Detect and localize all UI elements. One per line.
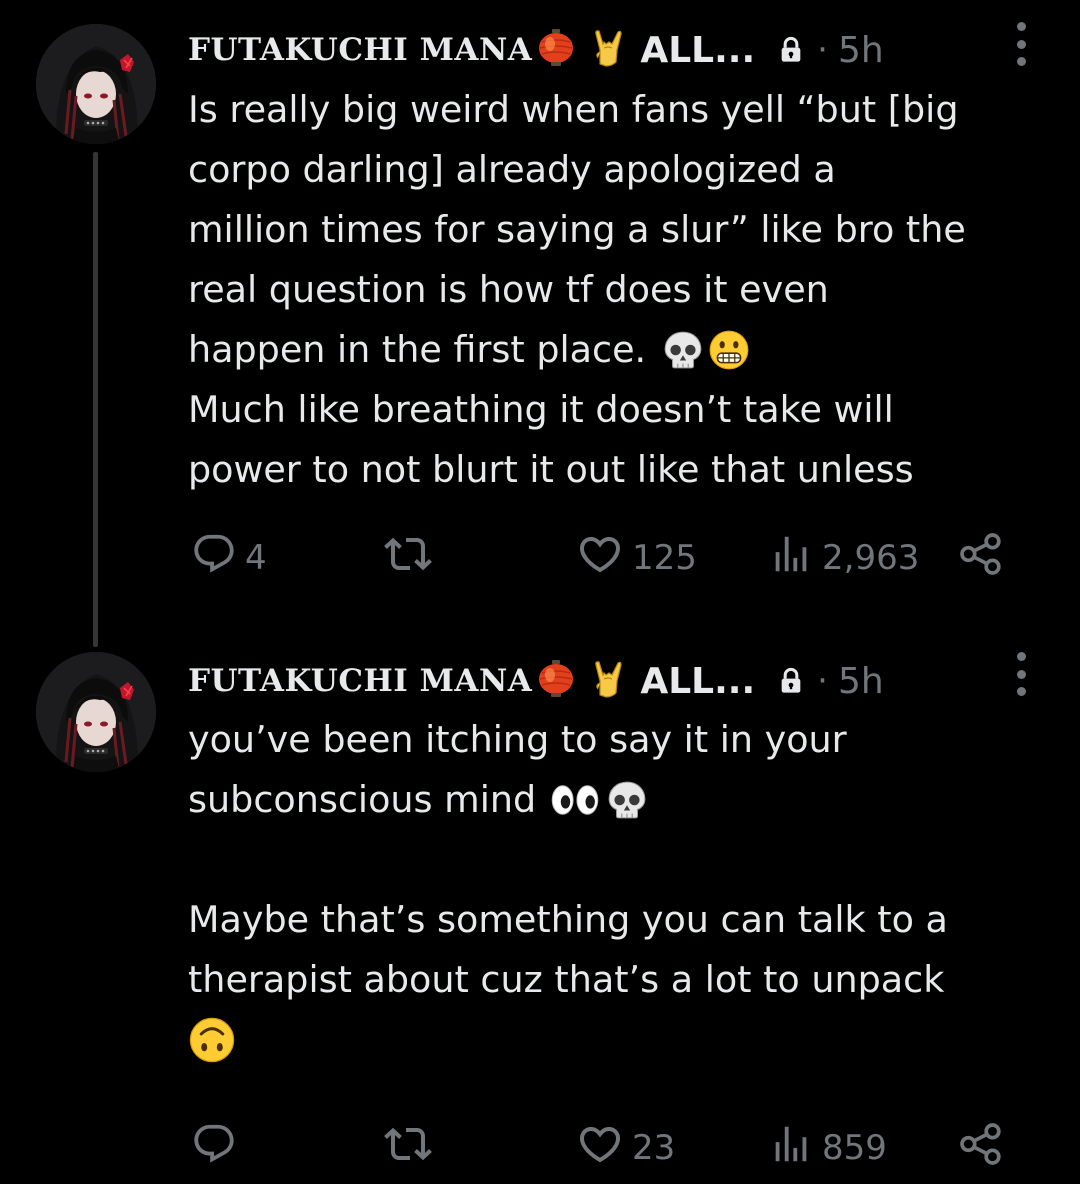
tweet-text-line: subconscious mind (188, 770, 1058, 830)
reply-icon (191, 531, 237, 586)
share-button[interactable] (958, 528, 1004, 588)
tweet-header: FUTAKUCHI MANA ALL... · 5h (188, 20, 988, 80)
more-dot (1016, 669, 1026, 679)
avatar[interactable] (36, 652, 156, 772)
reply-button[interactable] (191, 1118, 245, 1178)
views-button[interactable]: 859 (768, 1118, 887, 1178)
like-count: 23 (632, 1128, 676, 1168)
like-icon (576, 530, 624, 587)
tweet-header: FUTAKUCHI MANA ALL... · 5h (188, 651, 988, 711)
skull-emoji-icon (606, 779, 648, 821)
tweet-text-line: happen in the first place. (188, 320, 1058, 380)
eyes-emoji-icon (550, 781, 600, 819)
like-icon (576, 1120, 624, 1177)
views-button[interactable]: 2,963 (768, 528, 919, 588)
like-button[interactable]: 23 (576, 1118, 675, 1178)
tweet-text-line: Maybe that’s something you can talk to a (188, 898, 948, 941)
reply-button[interactable]: 4 (191, 528, 267, 588)
reply-count: 4 (245, 538, 267, 578)
tweet-2[interactable]: FUTAKUCHI MANA ALL... · 5h you’ve been i… (0, 650, 1080, 1184)
author-name-truncated[interactable]: ALL... (640, 661, 755, 702)
more-dot (1016, 22, 1026, 31)
tweet-text-line: Is really big weird when fans yell “but … (188, 88, 959, 131)
author-name[interactable]: FUTAKUCHI MANA (188, 32, 532, 68)
tweet-text-line: corpo darling] already apologized a (188, 148, 836, 191)
repost-icon (384, 1120, 432, 1177)
more-dot (1016, 57, 1026, 66)
tweet-text: you’ve been itching to say it in your su… (188, 710, 1058, 1070)
tweet-text-line: Much like breathing it doesn’t take will (188, 388, 894, 431)
tweet-1[interactable]: FUTAKUCHI MANA ALL... · 5h Is really big… (0, 0, 1080, 650)
views-icon (768, 531, 814, 586)
share-icon (958, 531, 1004, 586)
repost-button[interactable] (384, 1118, 432, 1178)
meta-separator: · (817, 661, 828, 701)
tweet-text: Is really big weird when fans yell “but … (188, 80, 1058, 500)
lantern-emoji-icon (536, 28, 576, 72)
more-options-button[interactable] (1008, 652, 1034, 696)
lock-icon (777, 667, 805, 695)
tweet-text-line: therapist about cuz that’s a lot to unpa… (188, 958, 945, 1001)
repost-button[interactable] (384, 528, 432, 588)
views-icon (768, 1121, 814, 1176)
timestamp[interactable]: 5h (838, 661, 884, 702)
lantern-emoji-icon (536, 659, 576, 703)
author-name[interactable]: FUTAKUCHI MANA (188, 663, 532, 699)
views-count: 2,963 (822, 538, 920, 578)
like-button[interactable]: 125 (576, 528, 697, 588)
tweet-text-line: you’ve been itching to say it in your (188, 718, 847, 761)
share-button[interactable] (958, 1118, 1004, 1178)
lock-icon (777, 36, 805, 64)
more-options-button[interactable] (1008, 22, 1034, 66)
grimace-emoji-icon (708, 329, 750, 371)
more-dot (1016, 39, 1026, 49)
tweet-text-line: power to not blurt it out like that unle… (188, 448, 914, 491)
share-icon (958, 1121, 1004, 1176)
repost-icon (384, 530, 432, 587)
tweet-text-blank-line (188, 830, 1058, 890)
tweet-actions: 23 859 (0, 1118, 1080, 1178)
views-count: 859 (822, 1128, 887, 1168)
skull-emoji-icon (662, 329, 704, 371)
upside-down-face-emoji-icon (188, 1016, 236, 1064)
tweet-text-line (188, 1010, 1058, 1070)
avatar[interactable] (36, 24, 156, 144)
meta-separator: · (817, 30, 828, 70)
timestamp[interactable]: 5h (838, 30, 884, 71)
reply-icon (191, 1121, 237, 1176)
tweet-text-line: real question is how tf does it even (188, 268, 829, 311)
tweet-actions: 4 125 2,963 (0, 528, 1080, 588)
more-dot (1016, 687, 1026, 696)
tweet-text-line: million times for saying a slur” like br… (188, 208, 966, 251)
rock-hand-emoji-icon (588, 659, 628, 703)
rock-hand-emoji-icon (588, 28, 628, 72)
like-count: 125 (632, 538, 697, 578)
more-dot (1016, 652, 1026, 661)
author-name-truncated[interactable]: ALL... (640, 30, 755, 71)
